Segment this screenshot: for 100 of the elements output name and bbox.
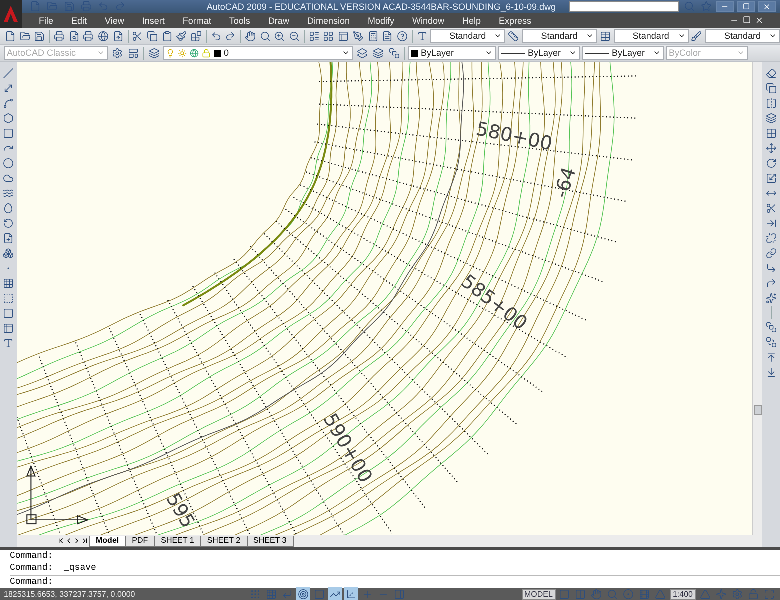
caret-icon [678,32,686,40]
property-dropdown[interactable]: ByLayer [498,46,580,60]
circle-icon[interactable] [2,156,16,170]
vertical-scrollbar[interactable] [752,62,762,535]
caret-icon [485,49,493,57]
style-dropdown[interactable]: Standard [614,29,689,43]
minimize-button[interactable] [716,1,734,12]
caret-icon [769,32,778,40]
insert-block-icon[interactable] [2,231,16,245]
first-tab-icon[interactable] [57,537,65,545]
zoom-previous-icon[interactable] [288,29,301,43]
close-icon[interactable] [755,16,764,25]
menu-item[interactable]: Insert [133,13,174,28]
lock-icon[interactable] [746,587,760,600]
calculator-icon[interactable] [366,29,380,43]
polygon-icon[interactable] [2,111,16,125]
property-value: ByLayer [421,48,454,58]
restore-icon[interactable] [743,16,751,24]
line-sample-icon [585,52,609,54]
new-file-icon[interactable] [4,29,17,43]
layout-tab[interactable]: SHEET 3 [246,536,294,546]
station-label: -64 [549,164,581,201]
copy-icon[interactable] [146,29,159,43]
scissors-icon[interactable] [131,29,144,43]
menu-item[interactable]: Express [490,13,541,28]
caret-icon [653,49,661,57]
layout-tab[interactable]: Model [89,536,126,546]
polyline-icon[interactable] [2,96,16,110]
zoom-icon[interactable] [606,587,620,600]
coordinates-readout: 1825315.6653, 337237.3757, 0.0000 [4,590,136,598]
menu-item[interactable]: Dimension [298,13,359,28]
table-icon[interactable] [2,321,16,335]
globe-icon[interactable] [190,48,199,58]
style-dropdown[interactable]: Standard [430,29,506,43]
model-space-button[interactable]: MODEL [522,588,556,600]
previous-tab-icon[interactable] [65,537,73,545]
property-value: ByColor [669,48,702,58]
star-icon[interactable] [699,0,713,14]
color-swatch-icon [214,50,221,56]
print-preview-icon[interactable] [68,29,80,43]
style-dropdown[interactable]: Standard [705,29,780,43]
settings-icon[interactable] [110,46,124,60]
caret-icon [569,49,577,57]
menu-item[interactable]: Help [454,13,490,28]
last-tab-icon[interactable] [81,537,89,545]
caret-icon [97,49,105,57]
layout-tab[interactable]: SHEET 2 [200,536,248,546]
property-value: ByLayer [528,48,562,58]
property-dropdown[interactable]: ByLayer [582,46,664,60]
ellipse-icon[interactable] [2,201,16,215]
menu-item[interactable]: Draw [259,13,298,28]
style-dropdown[interactable]: Standard [522,29,597,43]
menu-item[interactable]: Edit [62,13,96,28]
rotate-icon[interactable] [764,156,778,170]
ucs-icon [26,464,90,525]
menu-item[interactable]: Window [404,13,454,28]
folder-icon[interactable] [18,29,32,43]
grid-icon[interactable] [264,587,278,600]
caret-icon [494,32,502,40]
next-tab-icon[interactable] [73,537,81,545]
square-icon [742,3,750,10]
menu-item[interactable]: Format [174,13,220,28]
command-history-line: Command: [10,550,54,562]
line-sample-icon [501,52,525,54]
move-icon[interactable] [764,141,778,155]
save-icon[interactable] [33,29,46,43]
clipboard-icon[interactable] [160,29,174,43]
property-value: ByLayer [612,48,646,58]
hand-icon[interactable] [244,29,257,43]
color-swatch-icon [411,50,418,56]
maximize-button[interactable] [737,1,755,12]
station-label: 580+00 [474,117,555,156]
caret-icon [586,32,594,40]
menu-item[interactable]: File [30,13,63,28]
eraser-icon[interactable] [764,66,778,80]
help-icon[interactable] [396,29,409,43]
copy-icon[interactable] [764,81,778,95]
caret-icon [342,49,350,57]
layout-tab[interactable]: PDF [125,536,156,546]
line-icon[interactable] [2,66,16,80]
rectangle-icon[interactable] [2,126,16,140]
layer-name: 0 [224,48,230,58]
menu-item[interactable]: Tools [220,13,260,28]
close-icon [763,2,771,10]
layout-tab[interactable]: SHEET 1 [154,536,202,546]
pan-icon[interactable] [590,587,604,600]
window-title: AutoCAD 2009 - EDUCATIONAL VERSION ACAD-3544BAR-SOUNDING_6-10-09.dwg [206,2,556,12]
zoom-icon[interactable] [258,29,272,43]
search-field[interactable] [569,1,679,12]
layer-dropdown[interactable]: 0 [163,46,353,60]
annotation-scale-button[interactable]: 1:400 [670,588,696,600]
menu-item[interactable]: Modify [358,13,404,28]
globe-icon[interactable] [97,29,110,43]
menu-item[interactable]: View [96,13,134,28]
zoom-window-icon[interactable] [274,29,286,43]
paintbrush-icon[interactable] [176,29,188,43]
property-dropdown[interactable]: ByLayer [408,46,496,60]
sheet-icon[interactable] [381,29,394,43]
printer-icon[interactable] [53,29,66,43]
command-history-line: Command: _qsave [10,562,98,574]
